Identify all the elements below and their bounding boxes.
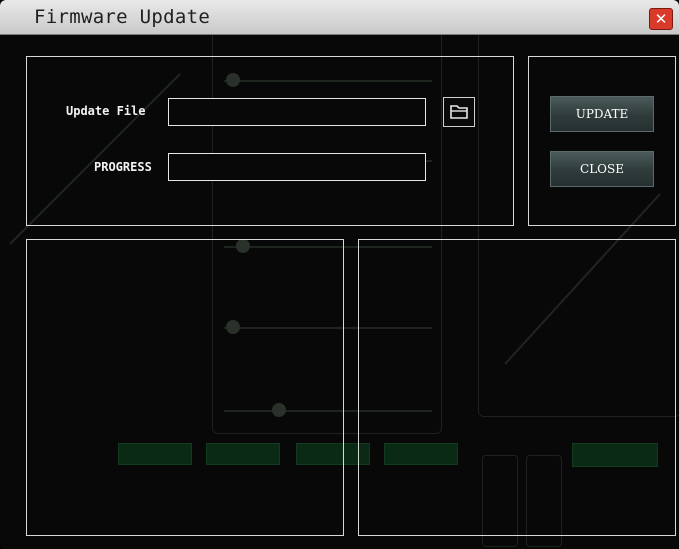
progress-bar xyxy=(168,153,426,181)
log-panel-right xyxy=(358,239,676,536)
update-file-input[interactable] xyxy=(168,98,426,126)
title-bar[interactable]: Firmware Update ✕ xyxy=(0,0,679,35)
close-icon[interactable]: ✕ xyxy=(649,8,673,30)
dialog-title: Firmware Update xyxy=(34,6,211,28)
update-button[interactable]: UPDATE xyxy=(550,96,654,132)
log-panel-left xyxy=(26,239,344,536)
button-panel xyxy=(528,56,676,226)
folder-open-icon xyxy=(450,105,468,119)
progress-label: PROGRESS xyxy=(94,160,152,174)
firmware-update-dialog: Firmware Update ✕ Update File PROGRESS U… xyxy=(0,0,679,549)
update-file-label: Update File xyxy=(66,104,146,118)
browse-file-button[interactable] xyxy=(443,97,475,127)
close-button[interactable]: CLOSE xyxy=(550,151,654,187)
update-file-value xyxy=(169,105,173,119)
file-panel xyxy=(26,56,514,226)
